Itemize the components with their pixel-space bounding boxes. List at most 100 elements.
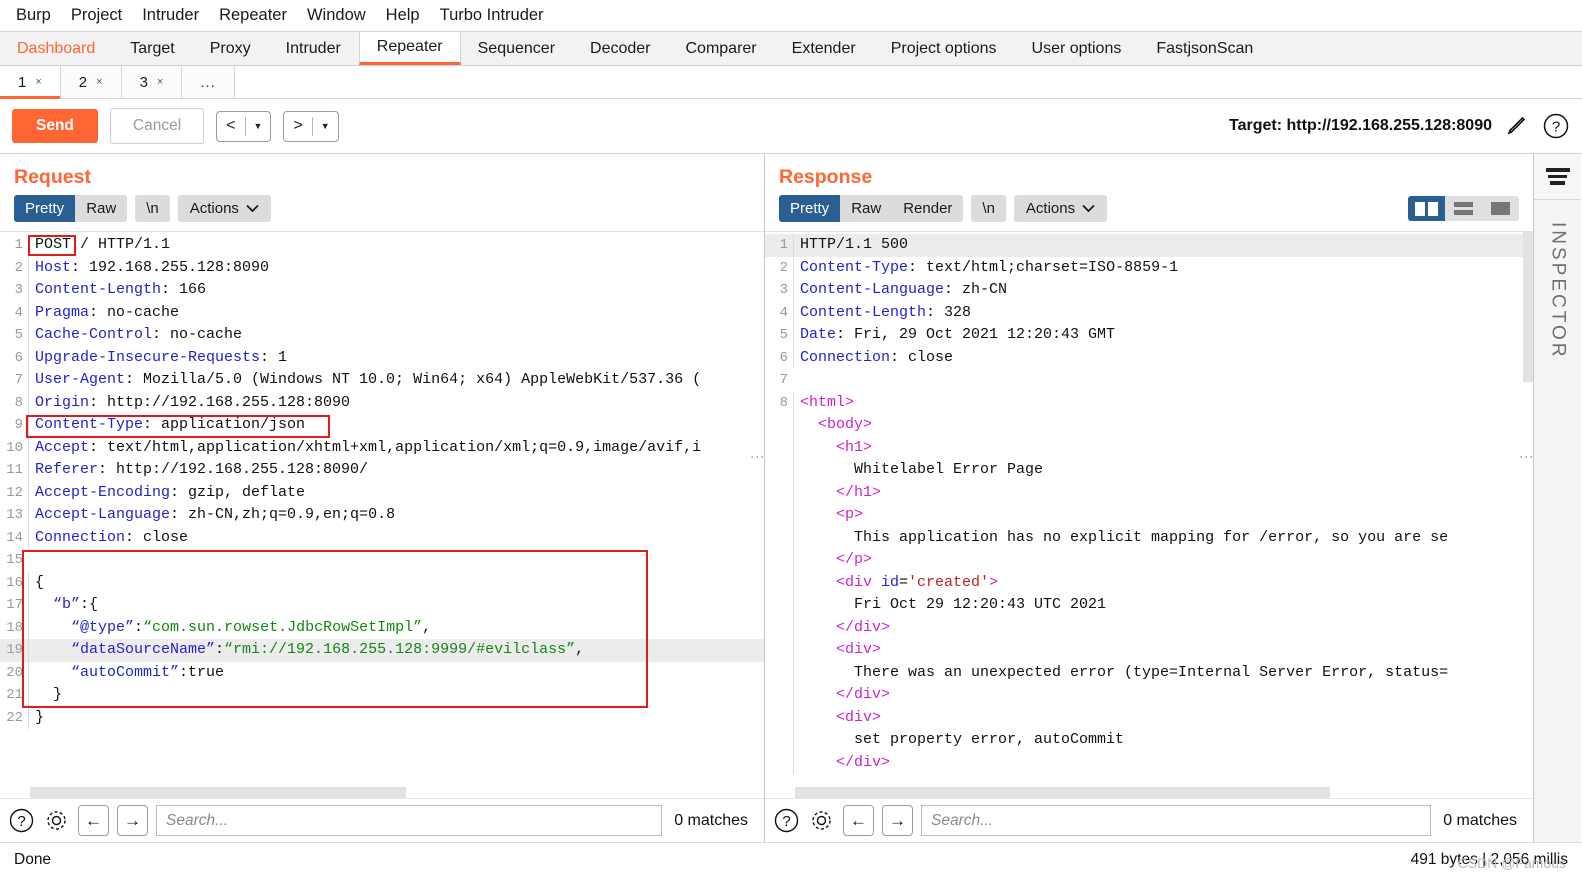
menu-item-help[interactable]: Help bbox=[376, 4, 430, 27]
request-view-newline[interactable]: \n bbox=[135, 195, 170, 222]
forward-button-group[interactable]: > ▼ bbox=[283, 110, 339, 142]
search-prev-button[interactable]: ← bbox=[843, 805, 874, 836]
response-search-input[interactable] bbox=[921, 805, 1432, 836]
request-actions-button[interactable]: Actions bbox=[177, 195, 271, 222]
line-number: 17 bbox=[6, 597, 23, 613]
response-view-newline[interactable]: \n bbox=[971, 195, 1006, 222]
code-line: <p> bbox=[765, 504, 1533, 527]
repeater-tab-overflow[interactable]: ... bbox=[182, 66, 235, 98]
tab-decoder[interactable]: Decoder bbox=[573, 32, 668, 65]
forward-icon[interactable]: > bbox=[284, 112, 311, 141]
code-line: </div> bbox=[765, 616, 1533, 639]
close-icon[interactable]: × bbox=[35, 76, 41, 88]
response-search-bar: ? ← → 0 matches bbox=[765, 798, 1533, 842]
response-title: Response bbox=[779, 166, 873, 188]
drag-handle-dots[interactable]: ⋮ bbox=[765, 450, 1533, 464]
question-icon[interactable]: ? bbox=[8, 807, 35, 834]
code-line-text: <html> bbox=[793, 391, 1533, 414]
code-line: <div> bbox=[765, 706, 1533, 729]
menu-item-intruder[interactable]: Intruder bbox=[132, 4, 209, 27]
request-view-raw[interactable]: Raw bbox=[75, 195, 128, 222]
code-line-text: Connection: close bbox=[793, 346, 1533, 369]
back-icon[interactable]: < bbox=[217, 112, 244, 141]
search-next-button[interactable]: → bbox=[117, 805, 148, 836]
response-view-raw[interactable]: Raw bbox=[840, 195, 893, 222]
menu-item-project[interactable]: Project bbox=[61, 4, 132, 27]
chevron-down-icon[interactable]: ▼ bbox=[313, 112, 338, 141]
gear-icon[interactable] bbox=[43, 807, 70, 834]
question-icon[interactable]: ? bbox=[773, 807, 800, 834]
code-line-text: } bbox=[28, 684, 764, 707]
line-number: 3 bbox=[14, 282, 23, 298]
close-icon[interactable]: × bbox=[96, 76, 102, 88]
pencil-icon[interactable] bbox=[1505, 114, 1529, 138]
vertical-scrollbar[interactable] bbox=[1523, 232, 1533, 382]
code-line: 15 bbox=[0, 549, 764, 572]
horizontal-scrollbar[interactable] bbox=[30, 787, 406, 798]
repeater-tab-2[interactable]: 2 × bbox=[60, 66, 122, 98]
code-line: There was an unexpected error (type=Inte… bbox=[765, 661, 1533, 684]
line-number: 6 bbox=[14, 349, 23, 366]
send-button[interactable]: Send bbox=[12, 109, 98, 143]
code-line: 2 Content-Type: text/html;charset=ISO-885… bbox=[765, 256, 1533, 279]
horizontal-scrollbar[interactable] bbox=[795, 787, 1330, 798]
request-search-bar: ? ← → 0 matches bbox=[0, 798, 764, 842]
response-editor[interactable]: 1 HTTP/1.1 500 2 Content-Type: text/html;ch… bbox=[765, 231, 1533, 798]
line-number: 8 bbox=[779, 394, 788, 411]
menu-item-window[interactable]: Window bbox=[297, 4, 376, 27]
question-icon[interactable]: ? bbox=[1542, 112, 1570, 140]
request-view-pretty[interactable]: Pretty bbox=[14, 195, 76, 222]
code-line: 3 Content-Language: zh-CN bbox=[765, 279, 1533, 302]
menu-item-turbo-intruder[interactable]: Turbo Intruder bbox=[430, 4, 554, 27]
tab-sequencer[interactable]: Sequencer bbox=[461, 32, 573, 65]
code-line-text: <div id='created'> bbox=[793, 571, 1533, 594]
layout-split-vertical-button[interactable] bbox=[1408, 196, 1445, 221]
menu-item-burp[interactable]: Burp bbox=[6, 4, 61, 27]
tab-user-options[interactable]: User options bbox=[1015, 32, 1140, 65]
code-line: 6 Connection: close bbox=[765, 346, 1533, 369]
code-line-text: POST / HTTP/1.1 bbox=[28, 234, 764, 257]
repeater-tab-1[interactable]: 1 × bbox=[0, 66, 61, 99]
code-line: 4 Content-Length: 328 bbox=[765, 301, 1533, 324]
code-line-text: Accept-Encoding: gzip, deflate bbox=[28, 481, 764, 504]
response-actions-button[interactable]: Actions bbox=[1013, 195, 1108, 222]
tab-target[interactable]: Target bbox=[113, 32, 192, 65]
gear-icon[interactable] bbox=[808, 807, 835, 834]
search-next-button[interactable]: → bbox=[882, 805, 913, 836]
response-view-render[interactable]: Render bbox=[892, 195, 964, 222]
panel-collapse-button[interactable] bbox=[1534, 154, 1581, 200]
code-line-text: </div> bbox=[793, 616, 1533, 639]
inspector-label[interactable]: INSPECTOR bbox=[1547, 222, 1569, 360]
close-icon[interactable]: × bbox=[157, 76, 163, 88]
tab-intruder[interactable]: Intruder bbox=[269, 32, 359, 65]
tab-fastjsonscan[interactable]: FastjsonScan bbox=[1139, 32, 1271, 65]
request-code-lines: 1 POST / HTTP/1.1 2 Host: 192.168.255.128:8… bbox=[0, 232, 764, 798]
chevron-down-icon[interactable]: ▼ bbox=[246, 112, 271, 141]
request-view-segmented: Pretty Raw bbox=[14, 195, 128, 222]
layout-split-horizontal-button[interactable] bbox=[1445, 196, 1482, 221]
repeater-tab-3[interactable]: 3 × bbox=[121, 66, 183, 98]
tab-proxy[interactable]: Proxy bbox=[193, 32, 269, 65]
code-line: 13 Accept-Language: zh-CN,zh;q=0.9,en;q=0… bbox=[0, 504, 764, 527]
drag-handle-dots[interactable]: ⋮ bbox=[748, 450, 764, 464]
status-text: Done bbox=[14, 850, 52, 868]
search-prev-button[interactable]: ← bbox=[78, 805, 109, 836]
tab-project-options[interactable]: Project options bbox=[874, 32, 1015, 65]
request-editor[interactable]: 1 POST / HTTP/1.1 2 Host: 192.168.255.128:8… bbox=[0, 231, 764, 798]
layout-single-pane-button[interactable] bbox=[1482, 196, 1519, 221]
code-line: 19 “dataSourceName”:“rmi://192.168.255.1… bbox=[0, 639, 764, 662]
tab-dashboard[interactable]: Dashboard bbox=[0, 32, 113, 65]
tab-comparer[interactable]: Comparer bbox=[669, 32, 775, 65]
back-button-group[interactable]: < ▼ bbox=[216, 110, 272, 142]
code-line-text: } bbox=[28, 706, 764, 729]
code-line-text: Date: Fri, 29 Oct 2021 12:20:43 GMT bbox=[793, 324, 1533, 347]
cancel-button[interactable]: Cancel bbox=[109, 108, 205, 144]
response-view-pretty[interactable]: Pretty bbox=[779, 195, 841, 222]
request-search-input[interactable] bbox=[156, 805, 663, 836]
tab-repeater[interactable]: Repeater bbox=[358, 32, 461, 65]
code-line: <body> bbox=[765, 414, 1533, 437]
menu-item-repeater[interactable]: Repeater bbox=[209, 4, 297, 27]
target-area: Target: http://192.168.255.128:8090 ? bbox=[1229, 112, 1570, 140]
code-line: 22} bbox=[0, 706, 764, 729]
tab-extender[interactable]: Extender bbox=[775, 32, 874, 65]
